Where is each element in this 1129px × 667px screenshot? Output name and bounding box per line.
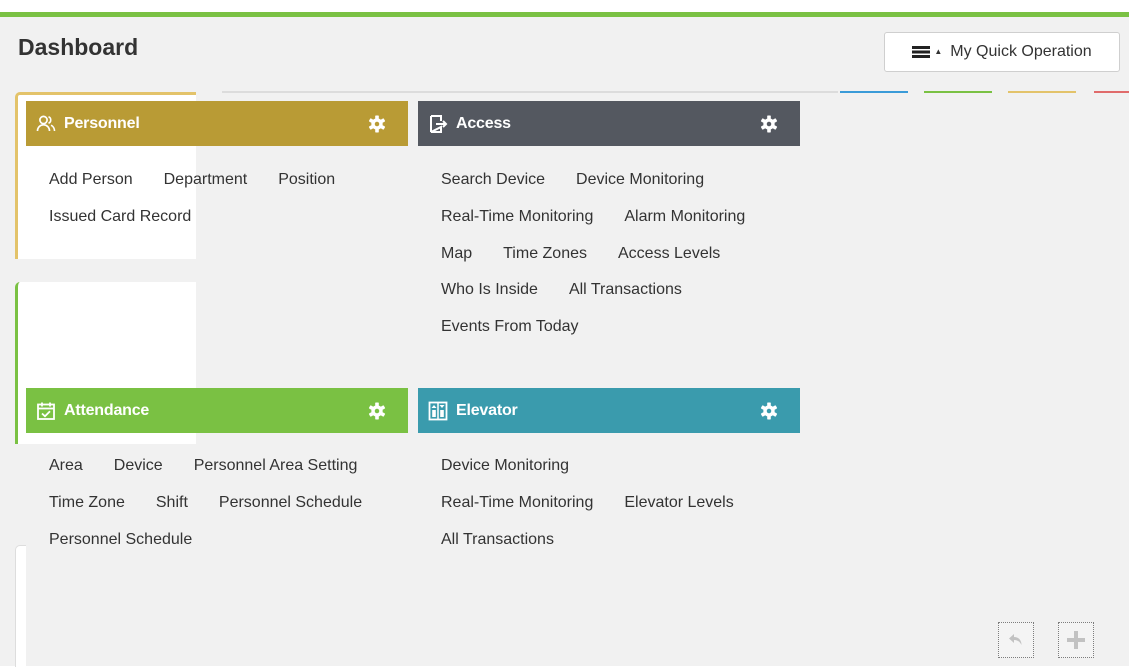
link-time-zones[interactable]: Time Zones xyxy=(503,236,587,273)
link-elevator-levels[interactable]: Elevator Levels xyxy=(624,485,733,522)
link-personnel-schedule[interactable]: Personnel Schedule xyxy=(49,522,192,559)
gear-icon[interactable] xyxy=(368,401,386,420)
link-area[interactable]: Area xyxy=(49,448,83,485)
link-map[interactable]: Map xyxy=(441,236,472,273)
link-personnel-area-setting[interactable]: Personnel Area Setting xyxy=(194,448,358,485)
link-access-levels[interactable]: Access Levels xyxy=(618,236,720,273)
link-real-time-monitoring[interactable]: Real-Time Monitoring xyxy=(441,485,593,522)
quick-operation-label: My Quick Operation xyxy=(950,43,1092,60)
panel-header-attendance: Attendance xyxy=(26,388,408,433)
background-line xyxy=(924,91,992,93)
menu-icon xyxy=(912,46,931,58)
undo-button[interactable] xyxy=(998,622,1034,658)
link-department[interactable]: Department xyxy=(164,162,248,199)
link-who-is-inside[interactable]: Who Is Inside xyxy=(441,272,538,309)
calendar-check-icon xyxy=(37,402,55,420)
link-row: Issued Card Record xyxy=(49,199,335,236)
background-line xyxy=(1094,91,1129,93)
panel-title-personnel: Personnel xyxy=(64,114,140,132)
link-row: Real-Time Monitoring Elevator Levels xyxy=(441,485,734,522)
link-real-time-monitoring[interactable]: Real-Time Monitoring xyxy=(441,199,593,236)
elevator-icon xyxy=(428,401,448,420)
panel-title-attendance: Attendance xyxy=(64,401,150,419)
link-search-device[interactable]: Search Device xyxy=(441,162,545,199)
panel-header-access: Access xyxy=(418,101,800,146)
link-events-from-today[interactable]: Events From Today xyxy=(441,309,579,346)
caret-up-icon: ▲ xyxy=(934,47,943,56)
link-row: Time Zone Shift Personnel Schedule xyxy=(49,485,362,522)
link-row: All Transactions xyxy=(441,522,734,559)
gear-icon[interactable] xyxy=(760,401,778,420)
door-exit-icon xyxy=(430,114,448,133)
link-row: Device Monitoring xyxy=(441,448,734,485)
link-row: Personnel Schedule xyxy=(49,522,362,559)
plus-icon xyxy=(1067,631,1085,649)
link-all-transactions[interactable]: All Transactions xyxy=(569,272,682,309)
gear-icon[interactable] xyxy=(760,114,778,133)
add-button[interactable] xyxy=(1058,622,1094,658)
panel-header-personnel: Personnel xyxy=(26,101,408,146)
undo-icon xyxy=(1009,634,1022,645)
link-device-monitoring[interactable]: Device Monitoring xyxy=(576,162,704,199)
users-icon xyxy=(36,115,56,131)
link-row: Events From Today xyxy=(441,309,745,346)
background-line xyxy=(1008,91,1076,93)
my-quick-operation-button[interactable]: ▲ My Quick Operation xyxy=(884,32,1120,72)
panel-links-elevator: Device Monitoring Real-Time Monitoring El… xyxy=(441,448,734,558)
link-row: Search Device Device Monitoring xyxy=(441,162,745,199)
link-device[interactable]: Device xyxy=(114,448,163,485)
panel-links-personnel: Add Person Department Position Issued Card… xyxy=(49,162,335,236)
page-title: Dashboard xyxy=(18,34,139,60)
link-row: Add Person Department Position xyxy=(49,162,335,199)
link-personnel-schedule[interactable]: Personnel Schedule xyxy=(219,485,362,522)
link-add-person[interactable]: Add Person xyxy=(49,162,133,199)
link-row: Map Time Zones Access Levels xyxy=(441,236,745,273)
link-device-monitoring[interactable]: Device Monitoring xyxy=(441,448,569,485)
panel-header-elevator: Elevator xyxy=(418,388,800,433)
link-time-zone[interactable]: Time Zone xyxy=(49,485,125,522)
background-card xyxy=(15,545,26,667)
gear-icon[interactable] xyxy=(368,114,386,133)
panel-title-access: Access xyxy=(456,114,511,132)
panel-links-attendance: Area Device Personnel Area Setting Time Zo… xyxy=(49,448,362,558)
background-line xyxy=(840,91,908,93)
panel-links-access: Search Device Device Monitoring Real-Time… xyxy=(441,162,745,346)
link-row: Who Is Inside All Transactions xyxy=(441,272,745,309)
link-row: Real-Time Monitoring Alarm Monitoring xyxy=(441,199,745,236)
link-all-transactions[interactable]: All Transactions xyxy=(441,522,554,559)
link-shift[interactable]: Shift xyxy=(156,485,188,522)
panel-title-elevator: Elevator xyxy=(456,401,518,419)
link-position[interactable]: Position xyxy=(278,162,335,199)
link-issued-card-record[interactable]: Issued Card Record xyxy=(49,199,191,236)
background-line xyxy=(222,91,838,93)
link-alarm-monitoring[interactable]: Alarm Monitoring xyxy=(624,199,745,236)
link-row: Area Device Personnel Area Setting xyxy=(49,448,362,485)
